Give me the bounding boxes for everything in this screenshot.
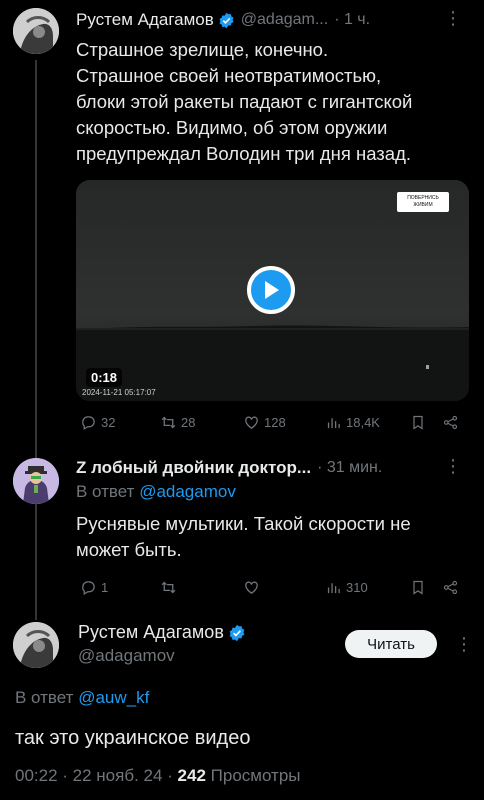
tweet3-author: Рустем Адагамов @adagamov	[78, 622, 246, 666]
tweet-time[interactable]: · 31 мин.	[317, 459, 382, 477]
tweet-timestamp[interactable]: 00:22 · 22 нояб. 24 ·	[15, 766, 173, 785]
view-count: 18,4K	[346, 414, 380, 430]
video-player[interactable]: ПОВЕРНИСЬ ЖИВИМ 0:18 2024-11-21 05:17:07	[76, 180, 469, 401]
views-button[interactable]: 310	[325, 579, 368, 596]
text-line: предупреждал Володин три дня назад.	[76, 143, 412, 164]
author-name[interactable]: Рустем Адагамов	[76, 10, 214, 30]
more-options-icon[interactable]: ⋮	[444, 8, 462, 29]
repost-icon	[161, 581, 176, 593]
watermark-line: ПОВЕРНИСЬ	[407, 195, 439, 201]
tweet1-text: Страшное зрелище, конечно. Страшное свое…	[76, 37, 476, 167]
repost-icon	[161, 416, 176, 428]
reply-context: В ответ @adagamov	[76, 482, 236, 502]
reply-icon	[82, 415, 95, 430]
text-line: скоростью. Видимо, об этом оружии	[76, 117, 388, 138]
author-handle[interactable]: @adagam...	[241, 11, 328, 29]
tweet3-text: так это украинское видео	[15, 727, 251, 749]
tweet-time[interactable]: · 1 ч.	[334, 11, 370, 29]
heart-icon	[245, 416, 258, 429]
text-line: может быть.	[76, 539, 182, 560]
share-icon[interactable]	[442, 414, 459, 431]
tweet2-actions: 1 310	[80, 577, 465, 597]
reply-button[interactable]: 32	[80, 414, 115, 431]
repost-button[interactable]	[160, 579, 181, 596]
follow-button[interactable]: Читать	[345, 630, 437, 658]
author-handle[interactable]: @adagamov	[78, 646, 246, 666]
analytics-icon	[327, 417, 340, 428]
avatar[interactable]	[13, 458, 59, 504]
avatar[interactable]	[13, 622, 59, 668]
reply-to-link[interactable]: @adagamov	[139, 482, 236, 501]
like-count: 128	[264, 414, 286, 430]
reply-prefix: В ответ	[76, 482, 135, 501]
reply-button[interactable]: 1	[80, 579, 108, 596]
tweet2-header: Z лобный двойник доктор... · 31 мин. ⋮	[76, 456, 476, 480]
thread-line	[35, 60, 37, 620]
text-line: Страшное своей неотвратимостью,	[76, 65, 382, 86]
more-options-icon[interactable]: ⋮	[455, 634, 473, 655]
play-icon	[265, 281, 279, 299]
bookmark-icon[interactable]	[410, 414, 426, 431]
view-count: 310	[346, 579, 368, 595]
tweet1-header: Рустем Адагамов @adagam... · 1 ч. ⋮	[76, 8, 476, 32]
watermark-line: ЖИВИМ	[413, 202, 433, 208]
repost-count: 28	[181, 414, 196, 430]
watermark-logo: ПОВЕРНИСЬ ЖИВИМ	[397, 192, 449, 212]
video-duration: 0:18	[86, 368, 123, 387]
tweet-meta: 00:22 · 22 нояб. 24 · 242 Просмотры	[15, 766, 301, 786]
tweet2-text: Руснявые мультики. Такой скорости не мож…	[76, 511, 476, 563]
repost-button[interactable]: 28	[160, 414, 195, 431]
avatar[interactable]	[13, 8, 59, 54]
bookmark-icon[interactable]	[410, 579, 426, 596]
tweet1-actions: 32 28 128 18,4K	[80, 412, 465, 432]
author-name[interactable]: Рустем Адагамов	[78, 622, 224, 643]
verified-badge-icon	[229, 624, 245, 641]
share-icon[interactable]	[442, 579, 459, 596]
views-count: 242	[177, 766, 206, 785]
analytics-icon	[327, 582, 340, 593]
views-label: Просмотры	[210, 766, 301, 785]
verified-badge-icon	[219, 12, 234, 28]
text-line: Страшное зрелище, конечно.	[76, 39, 329, 60]
reply-prefix: В ответ	[15, 688, 74, 707]
video-timestamp: 2024-11-21 05:17:07	[82, 388, 156, 397]
text-line: блоки этой ракеты падают с гигантской	[76, 91, 413, 112]
reply-context: В ответ @auw_kf	[15, 688, 149, 708]
like-button[interactable]: 128	[243, 414, 286, 431]
like-button[interactable]	[243, 579, 264, 596]
heart-icon	[245, 581, 258, 594]
views-button[interactable]: 18,4K	[325, 414, 380, 431]
play-button[interactable]	[247, 266, 295, 314]
author-name[interactable]: Z лобный двойник доктор...	[76, 458, 311, 478]
reply-count: 32	[101, 414, 116, 430]
more-options-icon[interactable]: ⋮	[444, 456, 462, 477]
reply-to-link[interactable]: @auw_kf	[78, 688, 149, 707]
reply-count: 1	[101, 579, 109, 595]
text-line: Руснявые мультики. Такой скорости не	[76, 513, 411, 534]
reply-icon	[82, 580, 95, 595]
